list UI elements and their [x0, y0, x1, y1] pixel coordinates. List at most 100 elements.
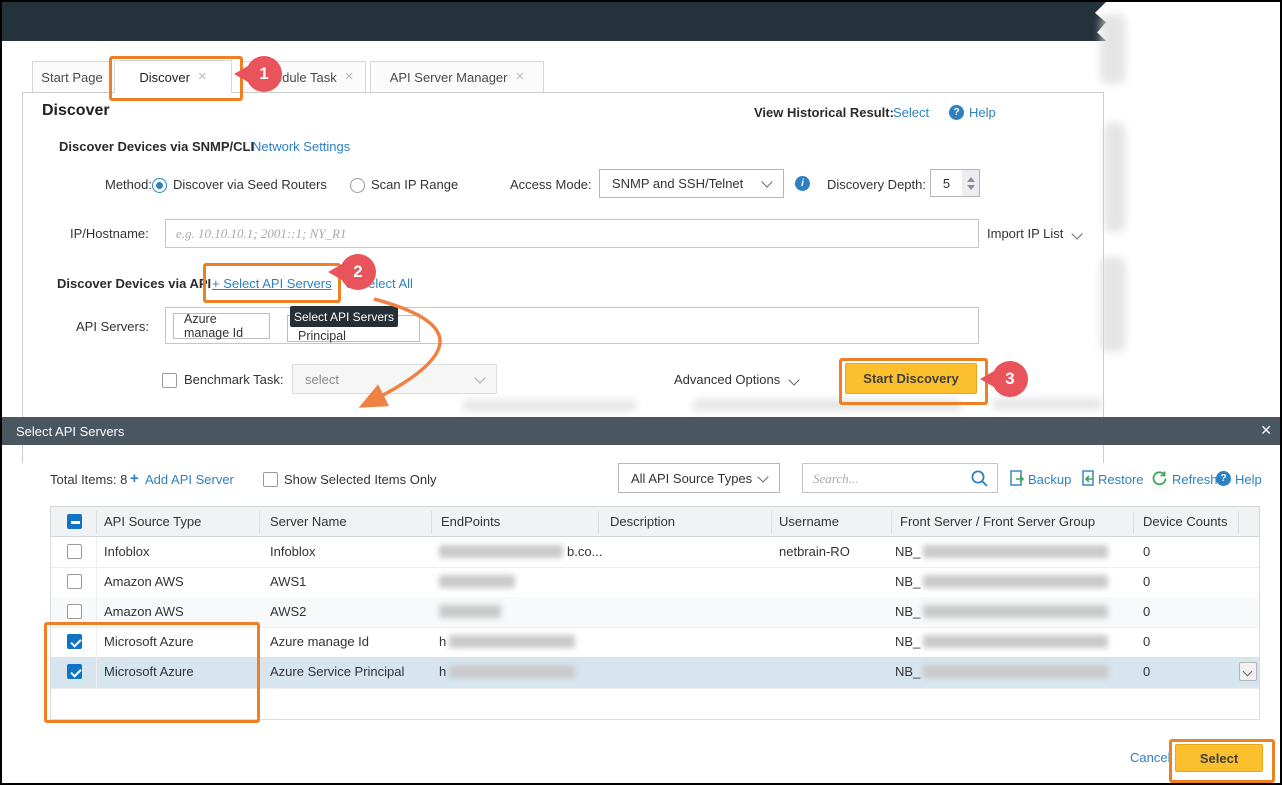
restore-link[interactable]: Restore — [1098, 472, 1144, 487]
row-dropdown-button[interactable] — [1239, 662, 1257, 681]
chevron-down-icon — [1071, 228, 1082, 239]
column-header[interactable]: Front Server / Front Server Group — [900, 514, 1095, 529]
tab-label: API Server Manager — [390, 70, 508, 85]
cell-server-name-link[interactable]: Azure Service Principal — [270, 664, 404, 679]
plus-icon: + — [130, 470, 139, 487]
column-header[interactable]: EndPoints — [441, 514, 500, 529]
search-input[interactable] — [802, 463, 998, 493]
network-settings-link[interactable]: Network Settings — [252, 139, 350, 154]
step-down-icon[interactable] — [967, 185, 975, 190]
dialog-titlebar: Select API Servers ✕ — [2, 417, 1282, 445]
redacted-endpoint — [439, 545, 563, 558]
stepper-buttons[interactable] — [962, 170, 979, 196]
discovery-depth-stepper[interactable]: 5 — [930, 169, 980, 197]
tab-api-server-manager[interactable]: API Server Manager × — [370, 61, 544, 92]
ip-hostname-input[interactable] — [165, 219, 979, 248]
cell-device-count[interactable]: 0 — [1143, 544, 1150, 559]
app-header — [2, 2, 1106, 41]
column-header[interactable]: Description — [610, 514, 675, 529]
callout-2: 2 — [340, 254, 376, 290]
callout-number: 3 — [1005, 369, 1014, 389]
row-checkbox[interactable] — [67, 544, 82, 559]
row-checkbox[interactable] — [67, 574, 82, 589]
cell-device-count[interactable]: 0 — [1143, 604, 1150, 619]
table-row[interactable]: Amazon AWS AWS1 NB_ 0 — [51, 567, 1259, 598]
info-icon[interactable]: i — [795, 176, 810, 191]
search-icon[interactable] — [970, 469, 989, 488]
cell-device-count[interactable]: 0 — [1143, 574, 1150, 589]
table-row[interactable]: Infoblox Infoblox b.co... netbrain-RO NB… — [51, 537, 1259, 568]
radio-scan-ip-range[interactable] — [350, 178, 365, 193]
benchmark-task-select[interactable]: select — [292, 364, 497, 394]
column-header[interactable]: Username — [779, 514, 839, 529]
radio-discover-via-seed-routers[interactable] — [152, 178, 167, 193]
close-icon[interactable]: × — [198, 72, 207, 82]
button-label: Start Discovery — [863, 371, 958, 386]
column-header[interactable]: API Source Type — [104, 514, 201, 529]
page-title: Discover — [42, 102, 110, 120]
cell-front-server-prefix: NB_ — [895, 664, 920, 679]
advanced-options-toggle[interactable]: Advanced Options — [674, 372, 798, 387]
cell-front-server-prefix: NB_ — [895, 544, 920, 559]
table-row[interactable]: Amazon AWS AWS2 NB_ 0 — [51, 597, 1259, 628]
cell-server-name-link[interactable]: Azure manage Id — [270, 634, 369, 649]
cell-source-type: Infoblox — [104, 544, 150, 559]
view-historical-select-link[interactable]: Select — [893, 105, 929, 120]
step-up-icon[interactable] — [967, 177, 975, 182]
dialog-help-link[interactable]: Help — [1235, 472, 1262, 487]
select-api-servers-link[interactable]: + Select API Servers — [212, 276, 332, 291]
start-discovery-button[interactable]: Start Discovery — [845, 363, 977, 394]
table-row-selected[interactable]: Microsoft Azure Azure Service Principal … — [51, 657, 1259, 689]
dialog-title: Select API Servers — [16, 424, 124, 439]
show-selected-label: Show Selected Items Only — [284, 472, 436, 487]
chip-label: Azure manage Id — [184, 312, 259, 340]
access-mode-select[interactable]: SNMP and SSH/Telnet — [599, 169, 784, 198]
cell-server-name-link[interactable]: Infoblox — [270, 544, 316, 559]
restore-icon[interactable] — [1080, 470, 1095, 487]
help-link[interactable]: Help — [969, 105, 996, 120]
cell-device-count[interactable]: 0 — [1143, 664, 1150, 679]
redacted-endpoint — [439, 605, 501, 618]
row-checkbox-checked[interactable] — [67, 634, 82, 649]
cell-source-type: Amazon AWS — [104, 574, 184, 589]
api-section-label: Discover Devices via API — [57, 276, 211, 291]
backup-link[interactable]: Backup — [1028, 472, 1071, 487]
cell-device-count[interactable]: 0 — [1143, 634, 1150, 649]
callout-number: 1 — [259, 64, 268, 84]
refresh-link[interactable]: Refresh — [1172, 472, 1218, 487]
help-icon[interactable]: ? — [1216, 471, 1231, 486]
cell-server-name-link[interactable]: AWS1 — [270, 574, 306, 589]
callout-number: 2 — [353, 262, 362, 282]
tab-start-page[interactable]: Start Page — [32, 61, 112, 92]
chevron-down-icon — [757, 471, 768, 482]
benchmark-task-checkbox[interactable] — [162, 373, 177, 388]
help-icon[interactable]: ? — [949, 105, 964, 120]
cell-server-name-link[interactable]: AWS2 — [270, 604, 306, 619]
api-source-type-filter[interactable]: All API Source Types — [618, 463, 780, 493]
show-selected-checkbox[interactable] — [263, 472, 278, 487]
close-icon[interactable]: × — [516, 72, 525, 82]
table-row[interactable]: Microsoft Azure Azure manage Id h NB_ 0 — [51, 627, 1259, 658]
refresh-icon[interactable] — [1151, 470, 1168, 487]
close-icon[interactable]: ✕ — [1260, 422, 1272, 439]
chevron-down-icon — [474, 372, 485, 383]
add-api-server-link[interactable]: Add API Server — [145, 472, 234, 487]
row-checkbox-checked[interactable] — [67, 664, 82, 679]
cell-front-server-prefix: NB_ — [895, 634, 920, 649]
column-header[interactable]: Server Name — [270, 514, 347, 529]
select-all-checkbox[interactable] — [67, 514, 82, 529]
select-button[interactable]: Select — [1175, 744, 1263, 772]
radio-label-scan-ip-range: Scan IP Range — [371, 177, 458, 192]
tab-discover[interactable]: Discover × — [114, 60, 232, 93]
snmp-section-label: Discover Devices via SNMP/CLI — [59, 139, 254, 154]
backup-icon[interactable] — [1010, 470, 1025, 487]
column-header[interactable]: Device Counts — [1143, 514, 1228, 529]
cancel-link[interactable]: Cancel — [1130, 750, 1170, 765]
import-ip-list-dropdown[interactable]: Import IP List — [987, 226, 1081, 241]
info-glyph: i — [801, 178, 804, 189]
button-label: Select — [1200, 751, 1238, 766]
close-icon[interactable]: × — [345, 72, 354, 82]
redacted-front-server — [923, 545, 1108, 558]
redacted-endpoint — [449, 665, 575, 678]
row-checkbox[interactable] — [67, 604, 82, 619]
